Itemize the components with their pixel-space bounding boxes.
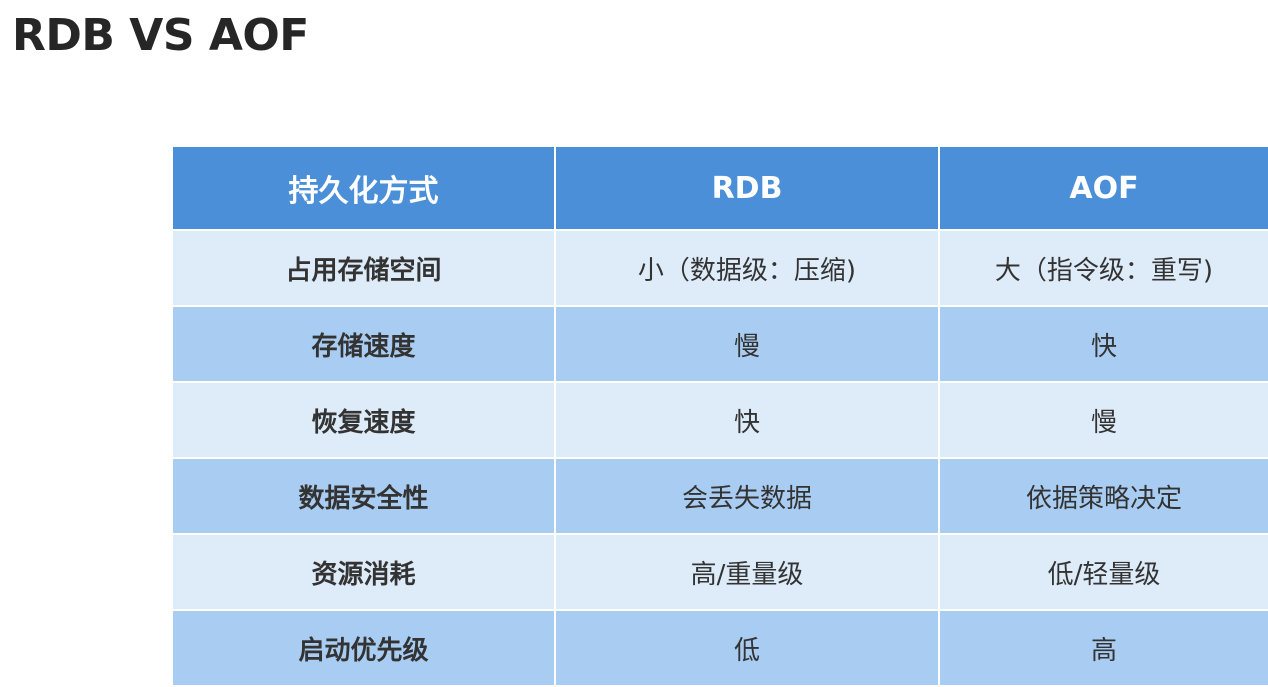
rdb-cell: 慢 <box>554 305 940 383</box>
row-label: 数据安全性 <box>171 457 556 535</box>
aof-cell: 快 <box>938 305 1268 383</box>
table-row: 存储速度 慢 快 <box>171 305 1268 383</box>
table-row: 占用存储空间 小（数据级：压缩) 大（指令级：重写) <box>171 229 1268 307</box>
comparison-table: 持久化方式 RDB AOF 占用存储空间 小（数据级：压缩) 大（指令级：重写)… <box>171 145 1268 687</box>
rdb-cell: 低 <box>554 609 940 687</box>
header-rdb: RDB <box>554 145 940 231</box>
header-aof: AOF <box>938 145 1268 231</box>
table-row: 数据安全性 会丢失数据 依据策略决定 <box>171 457 1268 535</box>
slide-title: RDB VS AOF <box>12 10 309 61</box>
aof-cell: 大（指令级：重写) <box>938 229 1268 307</box>
aof-cell: 高 <box>938 609 1268 687</box>
aof-cell: 低/轻量级 <box>938 533 1268 611</box>
rdb-cell: 快 <box>554 381 940 459</box>
row-label: 恢复速度 <box>171 381 556 459</box>
row-label: 存储速度 <box>171 305 556 383</box>
aof-cell: 慢 <box>938 381 1268 459</box>
aof-cell: 依据策略决定 <box>938 457 1268 535</box>
table-row: 启动优先级 低 高 <box>171 609 1268 687</box>
table-row: 恢复速度 快 慢 <box>171 381 1268 459</box>
row-label: 启动优先级 <box>171 609 556 687</box>
table-row: 资源消耗 高/重量级 低/轻量级 <box>171 533 1268 611</box>
row-label: 占用存储空间 <box>171 229 556 307</box>
header-persistence-method: 持久化方式 <box>171 145 556 231</box>
rdb-cell: 小（数据级：压缩) <box>554 229 940 307</box>
rdb-cell: 高/重量级 <box>554 533 940 611</box>
rdb-cell: 会丢失数据 <box>554 457 940 535</box>
table-header-row: 持久化方式 RDB AOF <box>171 145 1268 231</box>
row-label: 资源消耗 <box>171 533 556 611</box>
